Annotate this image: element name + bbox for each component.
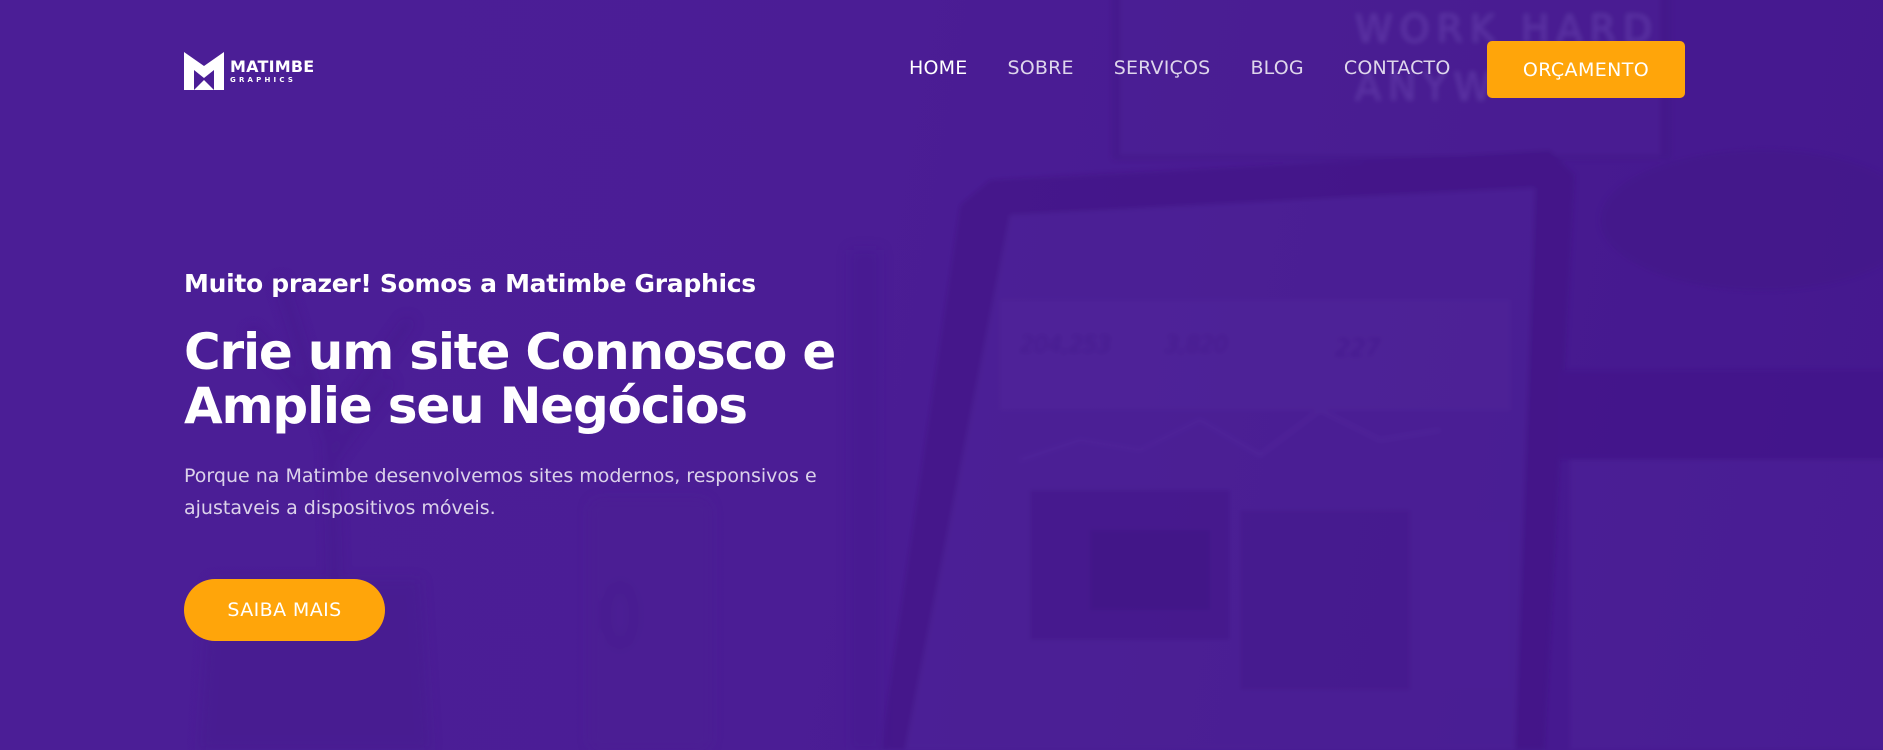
nav-item-contacto[interactable]: CONTACTO — [1344, 56, 1451, 80]
hero-headline-line1: Crie um site Connosco e — [184, 323, 836, 381]
brand-name: MATIMBE — [230, 56, 315, 76]
nav-item-blog[interactable]: BLOG — [1250, 56, 1303, 80]
hero-kicker: Muito prazer! Somos a Matimbe Graphics — [184, 269, 756, 298]
saiba-mais-button[interactable]: SAIBA MAIS — [184, 579, 385, 641]
brand-subname: GRAPHICS — [230, 75, 297, 84]
hero-headline-line2: Amplie seu Negócios — [184, 377, 748, 435]
brand-logo[interactable]: MATIMBE GRAPHICS — [184, 52, 314, 90]
nav-item-home[interactable]: HOME — [909, 56, 967, 80]
hero-headline: Crie um site Connosco e Amplie seu Negóc… — [184, 325, 904, 433]
nav-item-sobre[interactable]: SOBRE — [1007, 56, 1073, 80]
nav-item-servicos[interactable]: SERVIÇOS — [1114, 56, 1211, 80]
m-chevron-logo-icon — [184, 52, 224, 90]
main-nav: HOME SOBRE SERVIÇOS BLOG CONTACTO — [909, 56, 1451, 80]
hero-section: WORK HARD ANYW 204,253 3,820 227 MATIMBE… — [0, 0, 1883, 750]
hero-description: Porque na Matimbe desenvolvemos sites mo… — [184, 465, 817, 519]
orcamento-button[interactable]: ORÇAMENTO — [1487, 41, 1685, 98]
logo-wordmark: MATIMBE GRAPHICS — [230, 56, 315, 84]
